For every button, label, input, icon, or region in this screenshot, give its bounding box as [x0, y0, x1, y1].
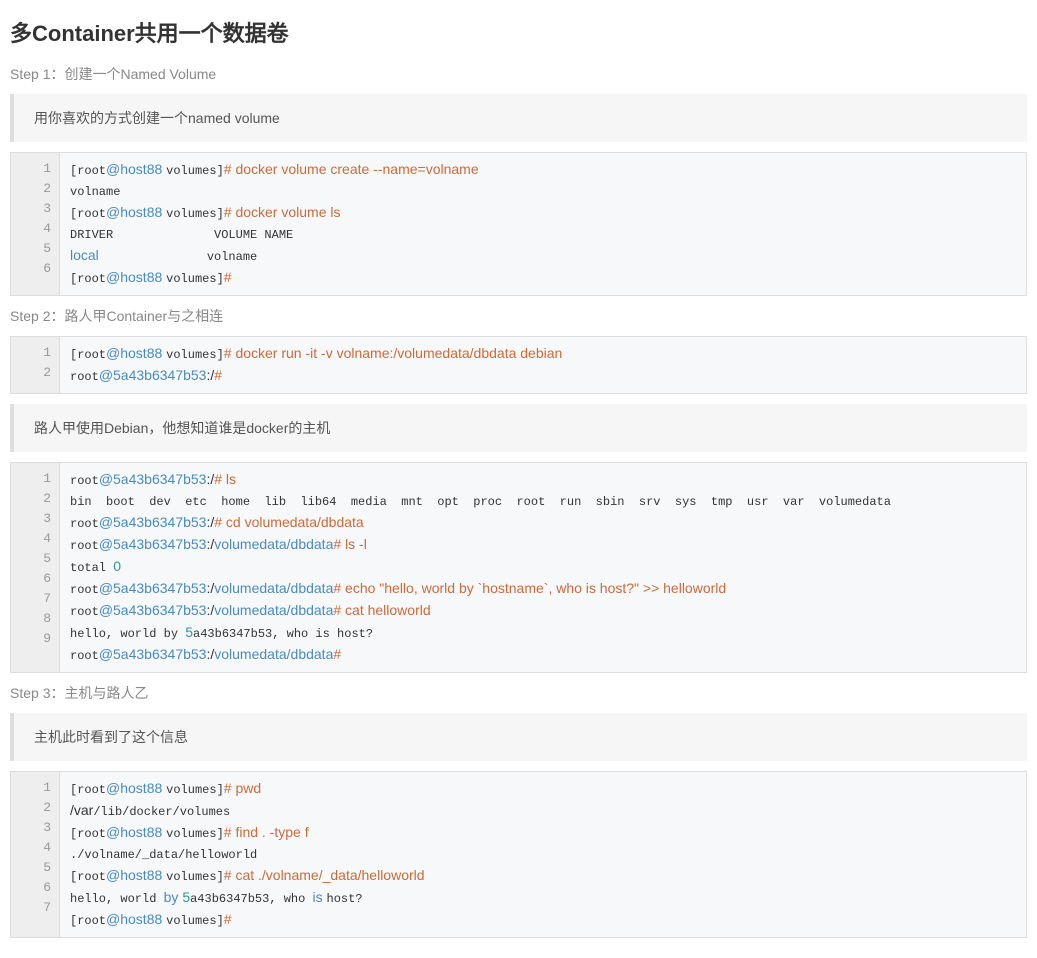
t: total [70, 561, 113, 575]
t: root [70, 370, 99, 384]
t: volumedata/ [214, 646, 290, 662]
t: dbdata [291, 580, 334, 596]
t: root [70, 583, 99, 597]
gutter: 123456 [11, 153, 60, 295]
t: by [164, 889, 183, 905]
code: [root@host88 volumes]# docker run -it -v… [60, 337, 1026, 393]
t: volumes] [166, 914, 224, 928]
code: [root@host88 volumes]# pwd /var/lib/dock… [60, 772, 1026, 937]
t: # ls [214, 471, 236, 487]
step3-quote: 主机此时看到了这个信息 [10, 713, 1027, 761]
t: volumes] [166, 827, 224, 841]
t: volumedata/ [214, 536, 290, 552]
code: [root@host88 volumes]# docker volume cre… [60, 153, 1026, 295]
t: 5 [185, 624, 193, 640]
step2-quote: 路人甲使用Debian，他想知道谁是docker的主机 [10, 404, 1027, 452]
gutter: 1234567 [11, 772, 60, 937]
t: dbdata [291, 646, 334, 662]
t: @host88 [106, 269, 166, 285]
step1-label: Step 1：创建一个Named Volume [10, 64, 1027, 84]
t: [root [70, 870, 106, 884]
t: @host88 [106, 780, 166, 796]
t: host? [327, 892, 363, 906]
t: 5 [182, 889, 190, 905]
t: @5a43b6347b53 [99, 514, 207, 530]
code-block-1: 123456 [root@host88 volumes]# docker vol… [10, 152, 1027, 296]
t: volumedata/ [214, 602, 290, 618]
t: volumes] [166, 164, 224, 178]
t: # [333, 646, 341, 662]
t: # [214, 367, 222, 383]
t: root [70, 649, 99, 663]
t: # cat ./volname/_data/helloworld [224, 867, 425, 883]
t: [root [70, 272, 106, 286]
t: # pwd [224, 780, 261, 796]
t: hello, world by [70, 627, 185, 641]
t: volname [70, 185, 120, 199]
t: 0 [113, 558, 121, 574]
t: @host88 [106, 911, 166, 927]
t: local [70, 247, 99, 263]
page-title: 多Container共用一个数据卷 [10, 16, 1027, 48]
step1-quote: 用你喜欢的方式创建一个named volume [10, 94, 1027, 142]
t: root [70, 605, 99, 619]
t: volumes] [166, 783, 224, 797]
t: volumes] [166, 870, 224, 884]
t: # ls -l [333, 536, 366, 552]
t: dbdata [291, 602, 334, 618]
t: [root [70, 783, 106, 797]
gutter: 123456789 [11, 463, 60, 672]
code-block-2b: 123456789 root@5a43b6347b53:/# ls bin bo… [10, 462, 1027, 673]
t: @5a43b6347b53 [99, 536, 207, 552]
t: a43b6347b53, who is host? [193, 627, 373, 641]
t: @5a43b6347b53 [99, 367, 207, 383]
t: # docker volume create --name=volname [224, 161, 479, 177]
t: [root [70, 164, 106, 178]
t: DRIVER VOLUME NAME [70, 228, 293, 242]
t: bin boot dev etc home lib lib64 media mn… [70, 495, 891, 509]
t: volname [99, 250, 257, 264]
t: [root [70, 827, 106, 841]
step3-label: Step 3：主机与路人乙 [10, 683, 1027, 703]
t: is [313, 889, 327, 905]
gutter: 12 [11, 337, 60, 393]
t: root [70, 539, 99, 553]
t: [root [70, 207, 106, 221]
t: volumes] [166, 272, 224, 286]
t: # echo "hello, world by `hostname`, who … [333, 580, 726, 596]
t: # docker volume ls [224, 204, 341, 220]
t: /lib/docker/volumes [93, 805, 230, 819]
t: [root [70, 914, 106, 928]
t: hello, world [70, 892, 164, 906]
t: @5a43b6347b53 [99, 602, 207, 618]
t: @5a43b6347b53 [99, 471, 207, 487]
t: a43b6347b53, who [190, 892, 312, 906]
t: @5a43b6347b53 [99, 580, 207, 596]
t: @host88 [106, 204, 166, 220]
t: volumes] [166, 348, 224, 362]
t: [root [70, 348, 106, 362]
t: # docker run -it -v volname:/volumedata/… [224, 345, 563, 361]
code-block-3: 1234567 [root@host88 volumes]# pwd /var/… [10, 771, 1027, 938]
t: root [70, 474, 99, 488]
code: root@5a43b6347b53:/# ls bin boot dev etc… [60, 463, 1026, 672]
t: # cat helloworld [333, 602, 430, 618]
t: volumedata/ [214, 580, 290, 596]
t: ./volname/_data/helloworld [70, 848, 257, 862]
t: volumes] [166, 207, 224, 221]
t: @host88 [106, 867, 166, 883]
step2-label: Step 2：路人甲Container与之相连 [10, 306, 1027, 326]
t: # [224, 269, 232, 285]
t: # [224, 911, 232, 927]
t: /var [70, 802, 93, 818]
t: root [70, 517, 99, 531]
t: @host88 [106, 345, 166, 361]
t: @5a43b6347b53 [99, 646, 207, 662]
t: # find . -type f [224, 824, 309, 840]
t: # cd volumedata/dbdata [214, 514, 363, 530]
t: @host88 [106, 161, 166, 177]
t: @host88 [106, 824, 166, 840]
code-block-2a: 12 [root@host88 volumes]# docker run -it… [10, 336, 1027, 394]
t: dbdata [291, 536, 334, 552]
